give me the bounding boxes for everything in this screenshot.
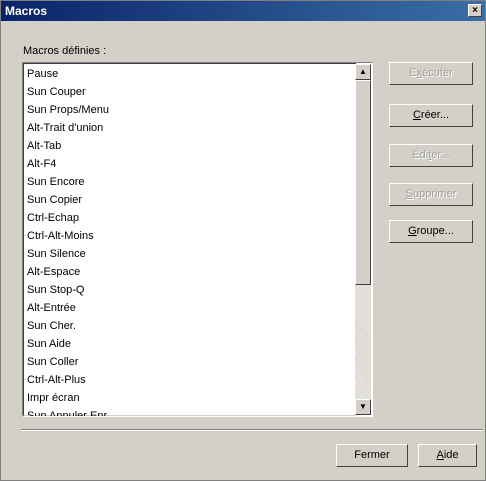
edit-button[interactable]: Éditer...: [389, 144, 473, 167]
list-item[interactable]: Sun Props/Menu: [27, 101, 109, 119]
help-button[interactable]: Aide: [418, 444, 477, 467]
list-item[interactable]: Alt-Espace: [27, 263, 80, 281]
group-label-key: G: [408, 225, 417, 237]
list-item[interactable]: Ctrl-Alt-Moins: [27, 227, 94, 245]
list-item[interactable]: Sun Cher.: [27, 317, 76, 335]
execute-label-pre: E: [409, 67, 417, 79]
scrollbar-thumb[interactable]: [355, 80, 371, 285]
list-item[interactable]: Sun Copier: [27, 191, 82, 209]
create-button[interactable]: Créer...: [389, 104, 473, 127]
macros-list: Pause Sun Couper Sun Props/Menu Alt-Trait d…: [23, 63, 356, 416]
title-bar: Macros ×: [1, 1, 485, 21]
edit-label-pre: Édi: [412, 149, 429, 161]
scroll-up-button[interactable]: ▲: [355, 64, 371, 80]
arrow-down-icon: ▼: [359, 402, 367, 411]
list-item[interactable]: Sun Annuler Enr.: [27, 407, 110, 416]
separator-line: [21, 429, 483, 431]
delete-label-post: upprimer: [412, 188, 457, 200]
arrow-up-icon: ▲: [359, 67, 367, 76]
list-item[interactable]: Ctrl-Echap: [27, 209, 79, 227]
group-label-post: roupe...: [416, 225, 454, 237]
list-item[interactable]: Sun Coller: [27, 353, 78, 371]
list-item[interactable]: Sun Encore: [27, 173, 84, 191]
list-item[interactable]: Pause: [27, 65, 58, 83]
macros-dialog: Macros × Macros définies : Pause Sun Coup…: [0, 0, 486, 481]
help-label-post: ide: [443, 449, 459, 461]
list-item[interactable]: Sun Aide: [27, 335, 71, 353]
create-label-key: C: [412, 109, 421, 121]
group-button[interactable]: Groupe...: [389, 220, 473, 243]
list-item[interactable]: Sun Stop-Q: [27, 281, 84, 299]
delete-button[interactable]: Supprimer: [389, 183, 473, 206]
vertical-scrollbar[interactable]: ▲ ▼: [355, 64, 371, 415]
execute-button[interactable]: Exécuter: [389, 62, 473, 85]
list-item[interactable]: Impr écran: [27, 389, 80, 407]
help-label-key: A: [436, 449, 444, 461]
list-item[interactable]: Ctrl-Alt-Plus: [27, 371, 86, 389]
list-item[interactable]: Alt-Entrée: [27, 299, 76, 317]
edit-label-post: er...: [431, 149, 450, 161]
macros-list-label: Macros définies :: [23, 45, 107, 57]
close-window-button[interactable]: ×: [468, 4, 482, 17]
window-title: Macros: [5, 4, 48, 18]
list-item[interactable]: Alt-Trait d'union: [27, 119, 103, 137]
scroll-down-button[interactable]: ▼: [355, 399, 371, 415]
close-button-label: Fermer: [354, 449, 390, 461]
macros-listbox[interactable]: Pause Sun Couper Sun Props/Menu Alt-Trait d…: [22, 62, 373, 417]
list-item[interactable]: Alt-Tab: [27, 137, 61, 155]
list-item[interactable]: Sun Couper: [27, 83, 86, 101]
close-icon: ×: [472, 5, 478, 16]
delete-label-key: S: [405, 188, 413, 200]
list-item[interactable]: Sun Silence: [27, 245, 86, 263]
create-label-post: réer...: [420, 109, 450, 121]
list-item[interactable]: Alt-F4: [27, 155, 56, 173]
execute-label-post: écuter: [422, 67, 453, 79]
close-button[interactable]: Fermer: [336, 444, 408, 467]
